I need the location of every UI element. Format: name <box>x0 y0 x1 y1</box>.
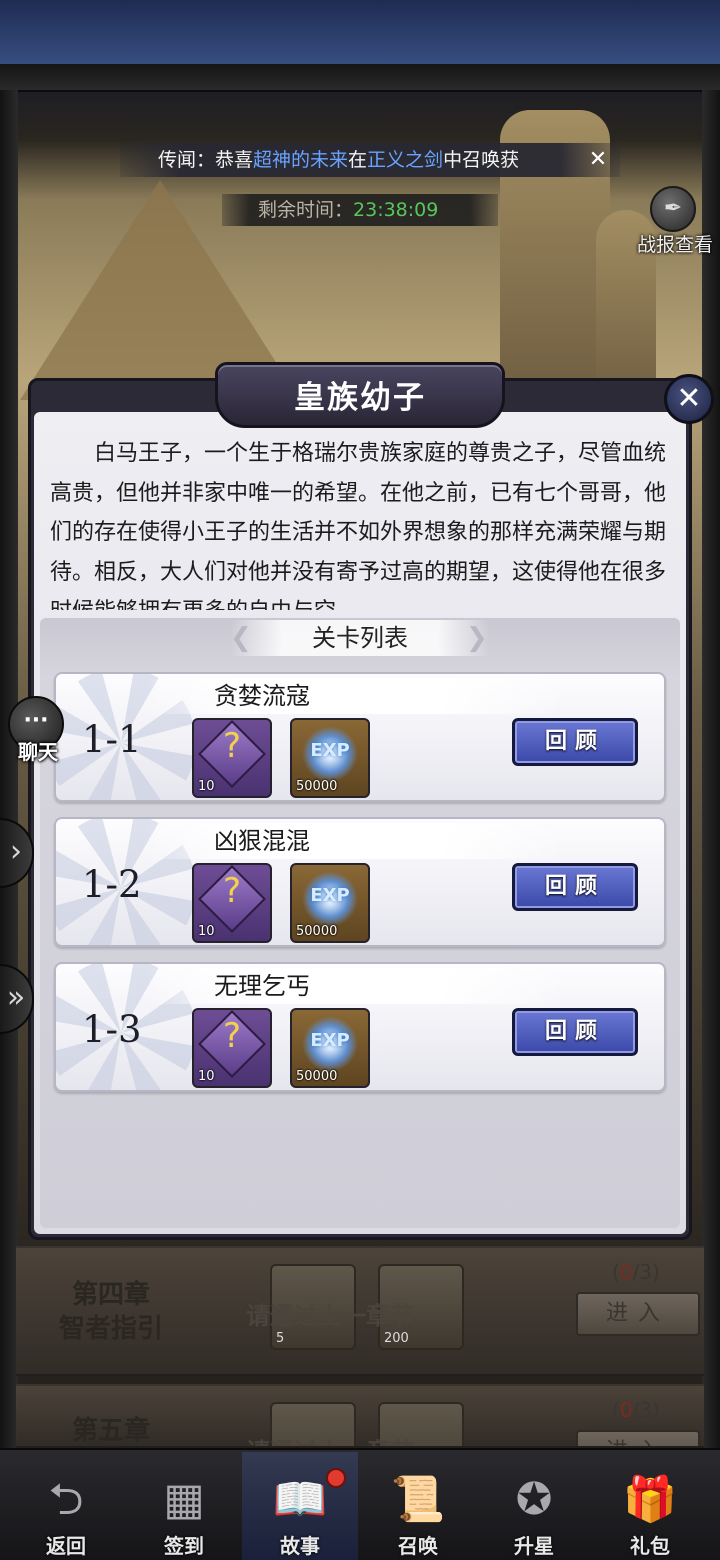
rumor-suffix: 中召唤获 <box>443 149 520 171</box>
stage-card-1-3: 无理乞丐 1-3 ? 10 EXP 50000 回顾 <box>54 962 666 1092</box>
scroll-icon: 📜 <box>390 1474 446 1525</box>
enter-button[interactable]: 进入 <box>576 1430 700 1446</box>
stage-card-1-2: 凶狠混混 1-2 ? 10 EXP 50000 回顾 <box>54 817 666 947</box>
stage-number: 1-1 <box>82 718 142 761</box>
reward-exp[interactable]: EXP 50000 <box>290 1008 370 1088</box>
reward-qty: 10 <box>198 779 215 794</box>
nav-summon[interactable]: 📜 召唤 <box>360 1452 476 1560</box>
timer-label: 剩余时间： <box>258 199 354 221</box>
stage-list-title: 关卡列表 <box>312 624 408 652</box>
close-x-icon[interactable]: ✕ <box>586 148 610 172</box>
reward-hero-shard[interactable]: ? 10 <box>192 718 272 798</box>
review-button[interactable]: 回顾 <box>512 718 638 766</box>
stage-name: 凶狠混混 <box>214 827 310 855</box>
nav-gift[interactable]: 🎁 礼包 <box>592 1452 708 1560</box>
chapter-row-5: 第五章 请通过上一章节 (0/3) 进入 <box>16 1384 704 1448</box>
nav-label: 故事 <box>280 1534 320 1558</box>
right-frame <box>702 90 720 1450</box>
rumor-prefix: 传闻：恭喜 <box>158 149 254 171</box>
chapter-progress: (0/3) <box>612 1398 660 1422</box>
exp-label: EXP <box>310 1030 350 1051</box>
nav-label: 礼包 <box>630 1534 670 1558</box>
rumor-pool: 正义之剑 <box>367 149 444 171</box>
story-text[interactable]: 白马王子，一个生于格瑞尔贵族家庭的尊贵之子，尽管血统高贵，但他并非家中唯一的希望… <box>50 434 672 610</box>
reward-qty: 200 <box>384 1331 409 1346</box>
count-open: ( <box>612 1398 620 1422</box>
exp-label: EXP <box>310 885 350 906</box>
nav-label: 召唤 <box>398 1534 438 1558</box>
question-mark-icon: ? <box>222 1016 242 1056</box>
panel-title: 皇族幼子 <box>294 380 426 416</box>
nav-checkin[interactable]: ▦ 签到 <box>126 1452 242 1560</box>
exp-label: EXP <box>310 740 350 761</box>
nav-back[interactable]: ⮌ 返回 <box>8 1452 124 1560</box>
stage-name: 贪婪流寇 <box>214 682 310 710</box>
reward-qty: 50000 <box>296 779 338 794</box>
chat-label: 聊天 <box>18 740 58 764</box>
count-value: 0 <box>619 1260 633 1284</box>
question-mark-icon: ? <box>222 871 242 911</box>
calendar-icon: ▦ <box>163 1474 205 1525</box>
chapter-progress: (0/3) <box>612 1260 660 1284</box>
notification-badge <box>326 1468 346 1488</box>
count-rest: /3) <box>632 1398 660 1422</box>
nav-label: 签到 <box>164 1534 204 1558</box>
nav-star-up[interactable]: ✪ 升星 <box>476 1452 592 1560</box>
review-button[interactable]: 回顾 <box>512 1008 638 1056</box>
reward-qty: 50000 <box>296 924 338 939</box>
enter-button[interactable]: 进入 <box>576 1292 700 1336</box>
question-mark-icon: ? <box>222 726 242 766</box>
sky-banner <box>0 0 720 72</box>
gift-icon: 🎁 <box>622 1474 678 1525</box>
reward-hero-shard[interactable]: ? 10 <box>192 1008 272 1088</box>
stage-number: 1-3 <box>82 1008 142 1051</box>
stage-name-band <box>146 968 566 1004</box>
locked-message: 请通过上一章节 <box>246 1302 414 1330</box>
book-icon: 📖 <box>272 1474 328 1525</box>
reward-qty: 10 <box>198 1069 215 1084</box>
star-badge-icon: ✪ <box>515 1474 553 1525</box>
stage-number: 1-2 <box>82 863 142 906</box>
stage-name-band <box>146 823 566 859</box>
nav-label: 升星 <box>514 1534 554 1558</box>
count-rest: /3) <box>632 1260 660 1284</box>
top-frame <box>0 64 720 92</box>
nav-label: 返回 <box>46 1534 86 1558</box>
stage-name-band <box>146 678 566 714</box>
chapter-title: 第五章 <box>71 1416 150 1446</box>
quill-icon: ✒ <box>650 186 696 232</box>
locked-message: 请通过上一章节 <box>246 1432 414 1446</box>
reward-qty: 5 <box>276 1331 285 1346</box>
reward-qty: 50000 <box>296 1069 338 1084</box>
chapter-row-4: 第四章 智者指引 5 200 请通过上一章节 (0/3) 进入 <box>16 1246 704 1376</box>
reward-exp[interactable]: EXP 50000 <box>290 863 370 943</box>
battle-report-label: 战报查看 <box>636 234 713 256</box>
stage-name: 无理乞丐 <box>214 972 310 1000</box>
chapter-subtitle: 智者指引 <box>58 1314 163 1344</box>
stage-card-1-1: 贪婪流寇 1-1 ? 10 EXP 50000 回顾 <box>54 672 666 802</box>
review-button[interactable]: 回顾 <box>512 863 638 911</box>
timer-value: 23:38:09 <box>353 199 439 221</box>
reward-hero-shard[interactable]: ? 10 <box>192 863 272 943</box>
reward-qty: 10 <box>198 924 215 939</box>
battle-report-button[interactable]: ✒ 战报查看 <box>630 186 714 256</box>
close-x-icon: ✕ <box>676 381 702 416</box>
rumor-player: 超神的未来 <box>253 149 349 171</box>
count-open: ( <box>612 1260 620 1284</box>
chapter-title: 第四章 <box>71 1280 150 1310</box>
remaining-time: 剩余时间：23:38:09 <box>222 194 498 226</box>
reward-exp[interactable]: EXP 50000 <box>290 718 370 798</box>
count-value: 0 <box>619 1398 633 1422</box>
chat-button[interactable]: ··· 聊天 <box>2 694 68 770</box>
back-arrow-icon: ⮌ <box>48 1474 84 1525</box>
rumor-ticker: 传闻：恭喜超神的未来在正义之剑中召唤获 <box>120 143 620 177</box>
rumor-mid: 在 <box>348 149 368 171</box>
panel-close-button[interactable]: ✕ <box>664 374 714 424</box>
